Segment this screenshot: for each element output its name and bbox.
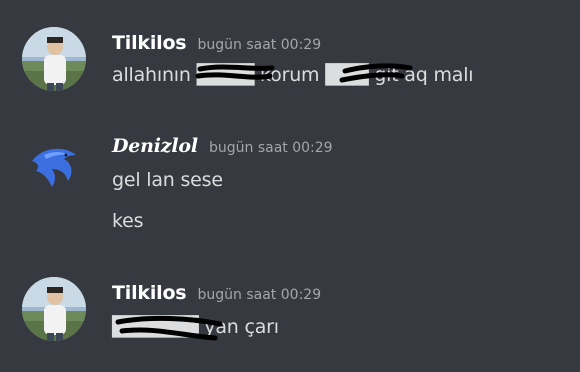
message-header: Tilkilos bugün saat 00:29 xyxy=(112,282,321,304)
message-content: kes xyxy=(112,210,144,232)
user-avatar[interactable] xyxy=(22,27,86,91)
message-group: Tilkilos bugün saat 00:29 allahının ████… xyxy=(0,0,580,110)
message-text: ██████ yan çarı xyxy=(112,316,279,338)
message-text: gel lan sese xyxy=(112,169,223,191)
message-header: Denizlol bugün saat 00:29 xyxy=(112,135,333,157)
user-avatar[interactable] xyxy=(22,277,86,341)
message-content: ██████ yan çarı xyxy=(112,316,279,338)
dolphin-icon xyxy=(32,148,76,187)
timestamp[interactable]: bugün saat 00:29 xyxy=(198,37,322,53)
message-group: Denizlol bugün saat 00:29 gel lan sese k… xyxy=(0,110,580,260)
message-content: allahının ████ korum ███ git aq malı xyxy=(112,64,474,86)
username[interactable]: Tilkilos xyxy=(112,282,187,304)
username[interactable]: Tilkilos xyxy=(112,32,187,54)
user-avatar[interactable] xyxy=(22,133,86,197)
message-group: Tilkilos bugün saat 00:29 ██████ yan çar… xyxy=(0,260,580,372)
message-header: Tilkilos bugün saat 00:29 xyxy=(112,32,321,54)
timestamp[interactable]: bugün saat 00:29 xyxy=(209,140,333,156)
message-content: gel lan sese xyxy=(112,169,223,191)
username[interactable]: Denizlol xyxy=(112,135,198,157)
timestamp[interactable]: bugün saat 00:29 xyxy=(198,287,322,303)
message-text: allahının ████ korum ███ git aq malı xyxy=(112,64,474,86)
message-text: kes xyxy=(112,210,144,232)
